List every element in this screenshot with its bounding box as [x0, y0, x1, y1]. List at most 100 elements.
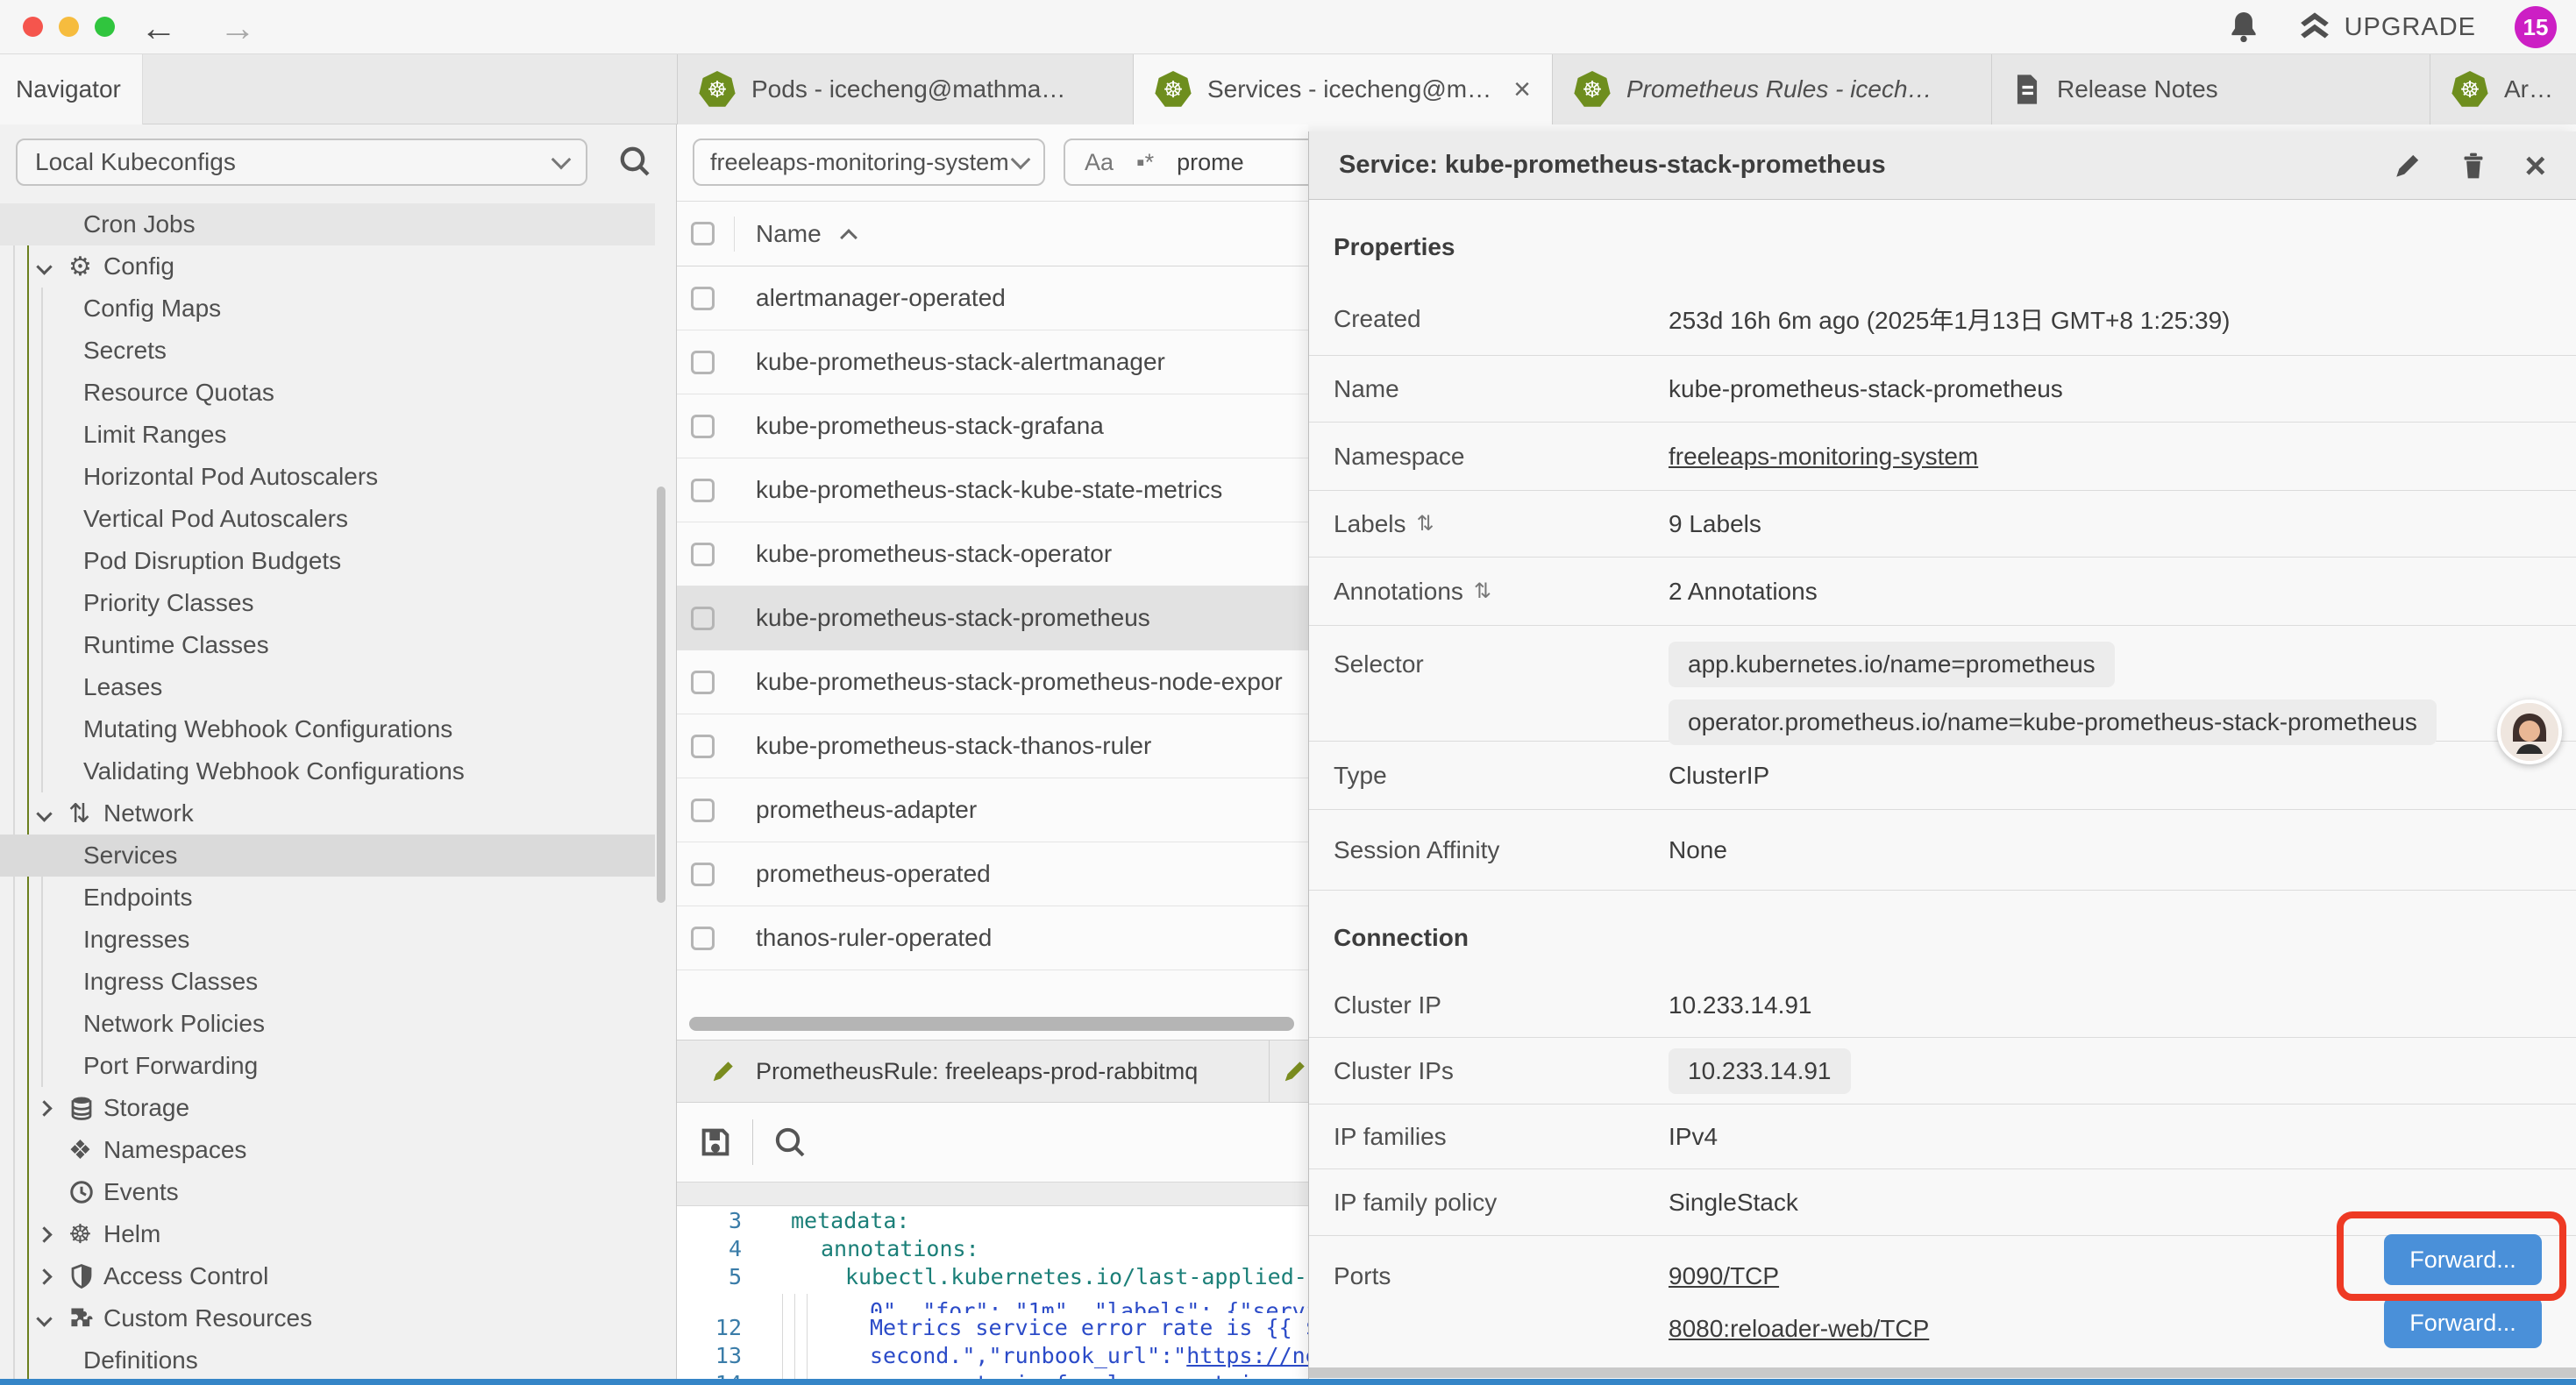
chevron-down-icon[interactable] — [39, 261, 68, 273]
row-checkbox[interactable] — [691, 607, 715, 630]
sort-asc-icon[interactable] — [840, 229, 857, 246]
table-row-kube-prometheus-stack-grafana[interactable]: kube-prometheus-stack-grafana — [677, 394, 1308, 458]
editor-search-icon[interactable] — [772, 1125, 808, 1160]
kubeconfig-select[interactable]: Local Kubeconfigs — [16, 138, 587, 186]
back-arrow-icon[interactable]: ← — [140, 7, 177, 49]
table-row-kube-prometheus-stack-prometheus-node-expor[interactable]: kube-prometheus-stack-prometheus-node-ex… — [677, 650, 1308, 714]
sidebar-item-network[interactable]: ⇅Network — [0, 792, 655, 835]
detail-panel-scrollbar[interactable] — [1309, 1367, 2576, 1378]
table-row-alertmanager-operated[interactable]: alertmanager-operated — [677, 266, 1308, 330]
table-row-kube-prometheus-stack-operator[interactable]: kube-prometheus-stack-operator — [677, 522, 1308, 586]
window-controls[interactable] — [23, 17, 115, 37]
select-all-checkbox[interactable] — [691, 222, 715, 245]
avatar[interactable] — [2497, 700, 2562, 764]
table-horizontal-scrollbar[interactable] — [689, 1017, 1294, 1031]
sidebar-item-network-policies[interactable]: Network Policies — [0, 1003, 655, 1045]
sidebar-item-definitions[interactable]: Definitions — [0, 1339, 655, 1381]
sidebar-item-port-forwarding[interactable]: Port Forwarding — [0, 1045, 655, 1087]
regex-toggle[interactable]: ▪* — [1136, 149, 1154, 176]
sidebar-item-mutating-webhook-configurations[interactable]: Mutating Webhook Configurations — [0, 708, 655, 750]
row-checkbox[interactable] — [691, 543, 715, 566]
close-icon[interactable]: × — [2524, 145, 2546, 187]
save-icon[interactable] — [698, 1125, 733, 1160]
chevron-down-icon[interactable] — [39, 808, 68, 820]
sidebar-item-horizontal-pod-autoscalers[interactable]: Horizontal Pod Autoscalers — [0, 456, 655, 498]
sidebar-item-config[interactable]: ⚙Config — [0, 245, 655, 288]
namespace-link[interactable]: freeleaps-monitoring-system — [1669, 443, 1978, 471]
sort-toggle-icon[interactable]: ⇅ — [1417, 511, 1434, 536]
sidebar-item-runtime-classes[interactable]: Runtime Classes — [0, 624, 655, 666]
row-checkbox[interactable] — [691, 735, 715, 758]
sidebar-item-priority-classes[interactable]: Priority Classes — [0, 582, 655, 624]
row-checkbox[interactable] — [691, 927, 715, 950]
sidebar-item-limit-ranges[interactable]: Limit Ranges — [0, 414, 655, 456]
table-row-thanos-ruler-operated[interactable]: thanos-ruler-operated — [677, 906, 1308, 970]
tab-argo[interactable]: ☸Argo Se — [2430, 54, 2576, 124]
row-checkbox[interactable] — [691, 351, 715, 374]
chevron-down-icon[interactable] — [39, 1313, 68, 1325]
sidebar-item-events[interactable]: Events — [0, 1171, 655, 1213]
sidebar-item-validating-webhook-configurations[interactable]: Validating Webhook Configurations — [0, 750, 655, 792]
tab-release[interactable]: Release Notes — [1992, 54, 2430, 124]
row-checkbox[interactable] — [691, 479, 715, 502]
sidebar-item-secrets[interactable]: Secrets — [0, 330, 655, 372]
sidebar-item-namespaces[interactable]: ❖Namespaces — [0, 1129, 655, 1171]
chevron-right-icon[interactable] — [39, 1103, 68, 1114]
port-link-8080[interactable]: 8080:reloader-web/TCP — [1669, 1315, 1929, 1343]
table-row-kube-prometheus-stack-thanos-ruler[interactable]: kube-prometheus-stack-thanos-ruler — [677, 714, 1308, 778]
row-checkbox[interactable] — [691, 287, 715, 310]
table-row-prometheus-adapter[interactable]: prometheus-adapter — [677, 778, 1308, 842]
minimize-window-button[interactable] — [59, 17, 79, 37]
sidebar-item-cron-jobs[interactable]: Cron Jobs — [0, 203, 655, 245]
table-row-kube-prometheus-stack-alertmanager[interactable]: kube-prometheus-stack-alertmanager — [677, 330, 1308, 394]
tab-prometheus[interactable]: ☸Prometheus Rules - icecheng... — [1553, 54, 1992, 124]
sidebar-item-resource-quotas[interactable]: Resource Quotas — [0, 372, 655, 414]
table-row-kube-prometheus-stack-kube-state-metrics[interactable]: kube-prometheus-stack-kube-state-metrics — [677, 458, 1308, 522]
chevron-right-icon[interactable] — [39, 1271, 68, 1282]
port-link-9090[interactable]: 9090/TCP — [1669, 1262, 1929, 1290]
sidebar-item-storage[interactable]: Storage — [0, 1087, 655, 1129]
sidebar-item-ingresses[interactable]: Ingresses — [0, 919, 655, 961]
name-column-header[interactable]: Name — [756, 220, 822, 248]
upgrade-button[interactable]: UPGRADE — [2297, 12, 2476, 42]
forward-button-8080[interactable]: Forward... — [2384, 1297, 2542, 1348]
sidebar-item-services[interactable]: Services — [0, 835, 655, 877]
forward-arrow-icon[interactable]: → — [219, 7, 256, 49]
editor-tab-prometheusrule[interactable]: PrometheusRule: freeleaps-prod-rabbitmq — [677, 1041, 1270, 1102]
sidebar-item-custom-resources[interactable]: Custom Resources — [0, 1297, 655, 1339]
close-window-button[interactable] — [23, 17, 43, 37]
notification-count-badge[interactable]: 15 — [2515, 6, 2557, 48]
sidebar-item-leases[interactable]: Leases — [0, 666, 655, 708]
tab-navigator[interactable]: Navigator — [0, 54, 143, 124]
tab-pods[interactable]: ☸Pods - icecheng@mathmas... — [678, 54, 1134, 124]
sidebar-item-endpoints[interactable]: Endpoints — [0, 877, 655, 919]
sidebar-item-ingress-classes[interactable]: Ingress Classes — [0, 961, 655, 1003]
sidebar-item-vertical-pod-autoscalers[interactable]: Vertical Pod Autoscalers — [0, 498, 655, 540]
labels-value[interactable]: 9 Labels — [1669, 510, 1761, 538]
sidebar-scrollbar[interactable] — [657, 487, 665, 903]
sidebar-search-icon[interactable] — [617, 144, 652, 179]
sort-toggle-icon[interactable]: ⇅ — [1474, 579, 1491, 604]
table-row-prometheus-operated[interactable]: prometheus-operated — [677, 842, 1308, 906]
namespace-select[interactable]: freeleaps-monitoring-system — [693, 138, 1045, 186]
sidebar-item-pod-disruption-budgets[interactable]: Pod Disruption Budgets — [0, 540, 655, 582]
sidebar-item-config-maps[interactable]: Config Maps — [0, 288, 655, 330]
delete-trash-icon[interactable] — [2459, 151, 2487, 181]
match-case-toggle[interactable]: Aa — [1085, 149, 1114, 176]
row-checkbox[interactable] — [691, 799, 715, 822]
editor-tab-partial[interactable] — [1270, 1041, 1308, 1102]
edit-pencil-icon[interactable] — [2393, 151, 2423, 181]
close-tab-icon[interactable]: × — [1513, 73, 1531, 107]
chevron-right-icon[interactable] — [39, 1229, 68, 1240]
table-row-kube-prometheus-stack-prometheus[interactable]: kube-prometheus-stack-prometheus — [677, 586, 1308, 650]
yaml-editor[interactable]: 3metadata:4annotations:5kubectl.kubernet… — [677, 1206, 1308, 1385]
annotations-value[interactable]: 2 Annotations — [1669, 578, 1818, 606]
table-search-input[interactable]: Aa ▪* prome — [1064, 138, 1308, 186]
maximize-window-button[interactable] — [95, 17, 115, 37]
row-checkbox[interactable] — [691, 671, 715, 694]
tab-services[interactable]: ☸Services - icecheng@math...× — [1134, 54, 1553, 124]
notifications-bell-icon[interactable] — [2229, 11, 2259, 44]
sidebar-item-access-control[interactable]: Access Control — [0, 1255, 655, 1297]
sidebar-item-helm[interactable]: ☸Helm — [0, 1213, 655, 1255]
row-checkbox[interactable] — [691, 863, 715, 886]
